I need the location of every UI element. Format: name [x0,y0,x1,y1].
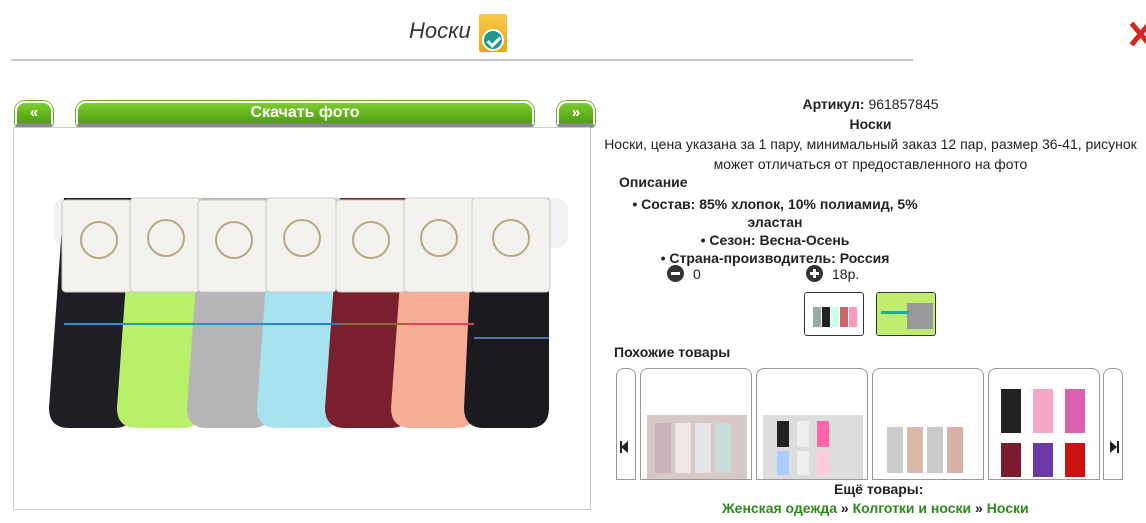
carousel-next-button[interactable] [1103,368,1123,480]
spec-item: Страна-производитель: Россия [620,249,930,267]
spec-list: Состав: 85% хлопок, 10% полиамид, 5% эла… [620,195,930,267]
price-label: 18р. [832,266,860,282]
similar-products-heading: Похожие товары [614,344,731,360]
minus-icon[interactable] [667,265,684,282]
description-heading: Описание [619,174,688,190]
spec-item: Сезон: Весна-Осень [620,231,930,249]
similar-product-card[interactable] [640,368,752,480]
next-photo-button[interactable]: » [557,101,595,127]
skip-forward-icon [1110,441,1117,453]
product-photo[interactable] [13,127,591,510]
product-info: Артикул: 961857845 Носки Носки, цена ука… [595,94,1146,174]
breadcrumb-link[interactable]: Носки [987,500,1029,516]
title-divider [11,59,913,61]
product-name: Носки [849,116,892,132]
quantity-value: 0 [693,266,701,282]
similar-product-card[interactable] [988,368,1100,480]
verified-badge-icon [479,14,507,52]
skip-back-icon [621,441,628,453]
photo-thumbnail-1[interactable] [804,292,864,336]
photo-thumbnail-2[interactable] [876,292,936,336]
sku-value: 961857845 [868,96,939,112]
product-description: Носки, цена указана за 1 пару, минимальн… [604,136,1137,172]
breadcrumb-separator: » [975,500,983,516]
sku-label: Артикул: [802,96,865,112]
similar-product-card[interactable] [872,368,984,480]
breadcrumb: Женская одежда » Колготки и носки » Носк… [722,500,1029,516]
plus-icon[interactable] [806,265,823,282]
breadcrumb-link[interactable]: Колготки и носки [853,500,972,516]
similar-product-card[interactable] [756,368,868,480]
page-title: Носки [409,18,471,43]
prev-photo-button[interactable]: « [15,101,53,127]
download-photo-button[interactable]: Скачать фото [76,101,534,127]
breadcrumb-separator: » [840,500,849,516]
carousel-prev-button[interactable] [616,368,636,480]
more-products-heading: Ещё товары: [834,481,924,497]
spec-item: Состав: 85% хлопок, 10% полиамид, 5% эла… [620,195,930,231]
close-icon[interactable] [1134,20,1146,48]
breadcrumb-link[interactable]: Женская одежда [722,500,837,516]
